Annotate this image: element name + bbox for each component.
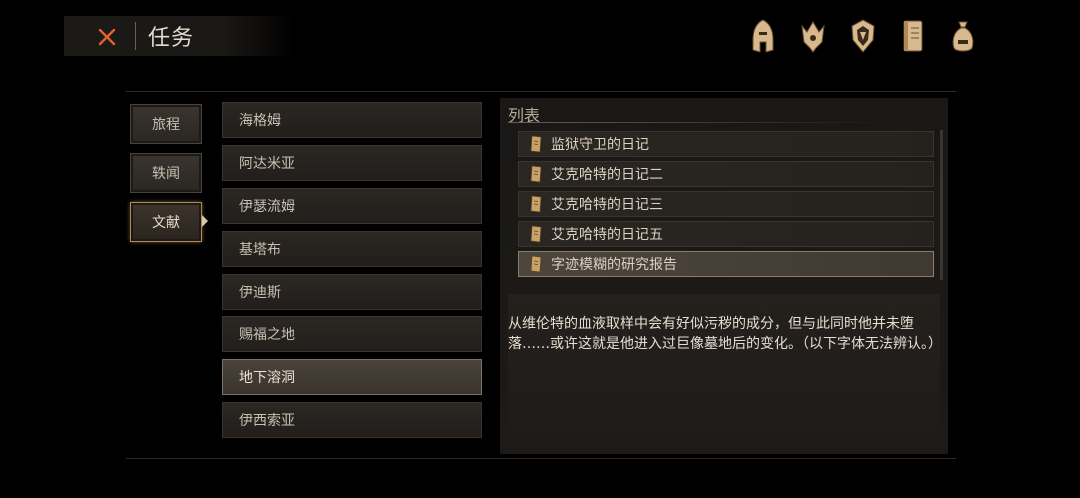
- category-anecdotes-button[interactable]: 轶闻: [130, 153, 202, 193]
- category-documents-button[interactable]: 文献: [130, 202, 202, 242]
- bag-icon[interactable]: [946, 16, 980, 56]
- location-item[interactable]: 伊瑟流姆: [222, 188, 482, 224]
- location-label: 伊迪斯: [239, 285, 281, 301]
- document-item[interactable]: 艾克哈特的日记二: [518, 161, 934, 187]
- header-bar: 任务: [64, 16, 294, 56]
- location-label: 阿达米亚: [239, 156, 295, 172]
- location-item-selected[interactable]: 地下溶洞: [222, 359, 482, 395]
- location-item[interactable]: 海格姆: [222, 102, 482, 138]
- top-menu: [746, 16, 978, 56]
- document-label: 艾克哈特的日记三: [551, 197, 663, 213]
- document-item-selected[interactable]: 字迹模糊的研究报告: [518, 251, 934, 277]
- close-icon: [98, 28, 116, 46]
- category-label: 轶闻: [152, 166, 180, 182]
- document-item[interactable]: 监狱守卫的日记: [518, 131, 934, 157]
- category-label: 文献: [152, 215, 180, 231]
- location-item[interactable]: 赐福之地: [222, 316, 482, 352]
- category-journey-button[interactable]: 旅程: [130, 104, 202, 144]
- document-item[interactable]: 艾克哈特的日记三: [518, 191, 934, 217]
- location-label: 伊瑟流姆: [239, 199, 295, 215]
- document-item[interactable]: 艾克哈特的日记五: [518, 221, 934, 247]
- list-scrollbar[interactable]: [940, 130, 943, 280]
- active-category-arrow-icon: [202, 215, 208, 227]
- location-label: 地下溶洞: [239, 370, 295, 386]
- scroll-icon: [529, 255, 545, 273]
- scroll-icon: [529, 195, 545, 213]
- category-label: 旅程: [152, 117, 180, 133]
- header-divider: [135, 22, 136, 50]
- location-item[interactable]: 伊迪斯: [222, 274, 482, 310]
- scroll-icon: [529, 165, 545, 183]
- scroll-icon: [529, 225, 545, 243]
- document-label: 监狱守卫的日记: [551, 137, 649, 153]
- document-description: 从维伦特的血液取样中会有好似污秽的成分，但与此同时他并未堕落……或许这就是他进入…: [508, 316, 942, 352]
- location-label: 赐福之地: [239, 327, 295, 343]
- document-label: 字迹模糊的研究报告: [551, 257, 677, 273]
- location-label: 伊西索亚: [239, 413, 295, 429]
- location-item[interactable]: 阿达米亚: [222, 145, 482, 181]
- page-title: 任务: [148, 26, 195, 51]
- document-label: 艾克哈特的日记五: [551, 227, 663, 243]
- list-title-underline: [508, 122, 888, 123]
- location-item[interactable]: 伊西索亚: [222, 402, 482, 438]
- journal-book-icon[interactable]: [896, 16, 930, 56]
- close-button[interactable]: [94, 24, 120, 50]
- location-label: 基塔布: [239, 242, 281, 258]
- mask-icon[interactable]: [846, 16, 880, 56]
- document-label: 艾克哈特的日记二: [551, 167, 663, 183]
- helmet-icon[interactable]: [746, 16, 780, 56]
- crown-emblem-icon[interactable]: [796, 16, 830, 56]
- scroll-icon: [529, 135, 545, 153]
- location-item[interactable]: 基塔布: [222, 231, 482, 267]
- location-label: 海格姆: [239, 113, 281, 129]
